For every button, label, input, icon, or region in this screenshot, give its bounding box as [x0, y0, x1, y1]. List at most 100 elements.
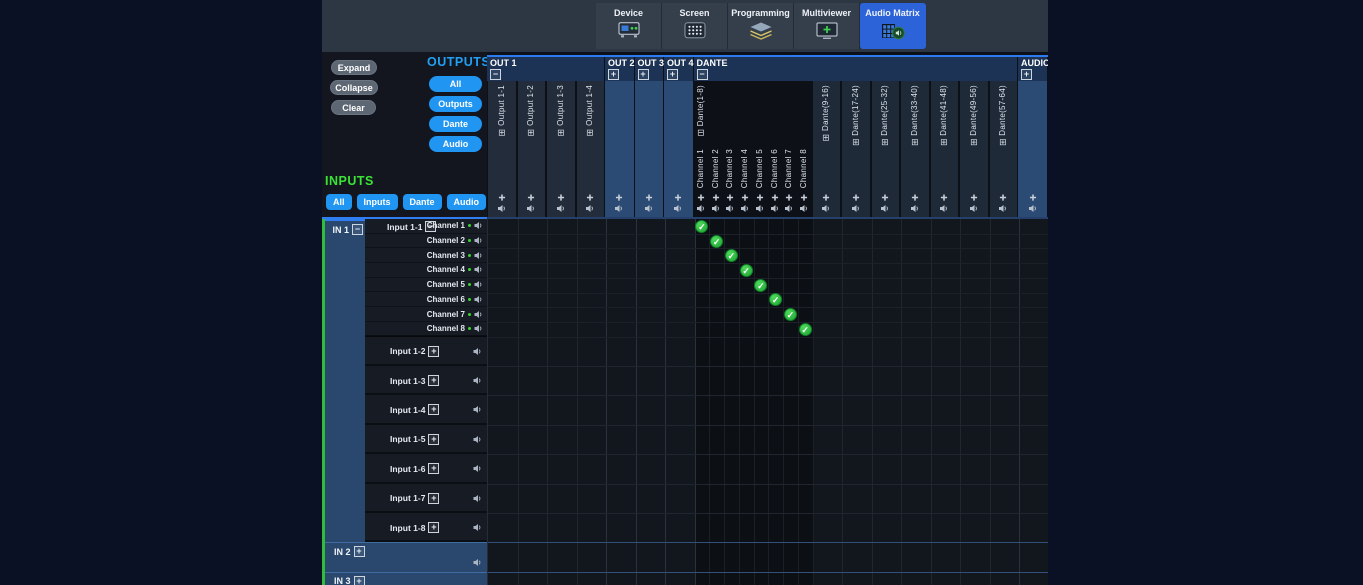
column-gain-icon[interactable]: [557, 194, 564, 201]
collapse-column-icon[interactable]: ⊟: [697, 128, 705, 138]
row-speaker-icon[interactable]: [473, 376, 482, 385]
tab-screen[interactable]: Screen: [662, 3, 728, 49]
input-filter-all[interactable]: All: [326, 194, 352, 210]
expand-row-icon[interactable]: +: [428, 522, 439, 533]
row-speaker-icon[interactable]: [473, 523, 482, 532]
collapse-row-icon[interactable]: −: [352, 224, 363, 235]
column-gain-icon[interactable]: [727, 194, 734, 201]
collapse-column-icon[interactable]: −: [490, 69, 501, 80]
expand-row-icon[interactable]: +: [428, 375, 439, 386]
connection-check[interactable]: ✓: [710, 235, 723, 248]
expand-row-icon[interactable]: +: [428, 404, 439, 415]
output-filter-audio[interactable]: Audio: [429, 136, 482, 152]
expand-column-icon[interactable]: ⊞: [970, 137, 978, 147]
column-speaker-icon[interactable]: [741, 204, 750, 213]
column-gain-icon[interactable]: [882, 194, 889, 201]
column-speaker-icon[interactable]: [800, 204, 809, 213]
column-gain-icon[interactable]: [823, 194, 830, 201]
column-gain-icon[interactable]: [941, 194, 948, 201]
column-gain-icon[interactable]: [756, 194, 763, 201]
clear-button[interactable]: Clear: [331, 100, 376, 115]
column-speaker-icon[interactable]: [527, 204, 536, 213]
column-gain-icon[interactable]: [645, 194, 652, 201]
row-speaker-icon[interactable]: [473, 494, 482, 503]
column-speaker-icon[interactable]: [726, 204, 735, 213]
column-gain-icon[interactable]: [528, 194, 535, 201]
input-filter-dante[interactable]: Dante: [403, 194, 442, 210]
column-gain-icon[interactable]: [498, 194, 505, 201]
column-speaker-icon[interactable]: [881, 204, 890, 213]
expand-column-icon[interactable]: +: [667, 69, 678, 80]
expand-row-icon[interactable]: +: [428, 493, 439, 504]
row-speaker-icon[interactable]: [473, 435, 482, 444]
column-speaker-icon[interactable]: [497, 204, 506, 213]
input-filter-audio[interactable]: Audio: [447, 194, 487, 210]
row-speaker-icon[interactable]: [473, 405, 482, 414]
column-speaker-icon[interactable]: [696, 204, 705, 213]
row-speaker-icon[interactable]: [474, 324, 483, 333]
row-speaker-icon[interactable]: [474, 295, 483, 304]
connection-check[interactable]: ✓: [784, 308, 797, 321]
column-gain-icon[interactable]: [675, 194, 682, 201]
expand-column-icon[interactable]: ⊞: [527, 127, 535, 137]
expand-button[interactable]: Expand: [331, 60, 377, 75]
column-gain-icon[interactable]: [587, 194, 594, 201]
column-gain-icon[interactable]: [970, 194, 977, 201]
column-gain-icon[interactable]: [786, 194, 793, 201]
tab-multiviewer[interactable]: Multiviewer: [794, 3, 860, 49]
column-gain-icon[interactable]: [801, 194, 808, 201]
column-speaker-icon[interactable]: [755, 204, 764, 213]
expand-column-icon[interactable]: ⊞: [498, 127, 506, 137]
expand-row-icon[interactable]: +: [354, 546, 365, 557]
tab-device[interactable]: Device: [596, 3, 662, 49]
output-filter-all[interactable]: All: [429, 76, 482, 92]
column-speaker-icon[interactable]: [999, 204, 1008, 213]
column-speaker-icon[interactable]: [969, 204, 978, 213]
row-speaker-icon[interactable]: [473, 464, 482, 473]
column-gain-icon[interactable]: [771, 194, 778, 201]
connection-check[interactable]: ✓: [799, 323, 812, 336]
column-speaker-icon[interactable]: [586, 204, 595, 213]
collapse-button[interactable]: Collapse: [330, 80, 378, 95]
column-speaker-icon[interactable]: [940, 204, 949, 213]
tab-audio-matrix[interactable]: Audio Matrix: [860, 3, 926, 49]
expand-column-icon[interactable]: ⊞: [852, 137, 860, 147]
expand-column-icon[interactable]: ⊞: [557, 127, 565, 137]
input-filter-inputs[interactable]: Inputs: [357, 194, 398, 210]
row-speaker-icon[interactable]: [473, 347, 482, 356]
column-speaker-icon[interactable]: [556, 204, 565, 213]
expand-row-icon[interactable]: +: [354, 576, 365, 585]
column-speaker-icon[interactable]: [615, 204, 624, 213]
row-speaker-icon[interactable]: [474, 280, 483, 289]
column-speaker-icon[interactable]: [785, 204, 794, 213]
column-speaker-icon[interactable]: [910, 204, 919, 213]
expand-row-icon[interactable]: +: [428, 434, 439, 445]
expand-row-icon[interactable]: +: [428, 463, 439, 474]
expand-column-icon[interactable]: ⊞: [940, 137, 948, 147]
row-speaker-icon[interactable]: [474, 310, 483, 319]
expand-column-icon[interactable]: +: [608, 69, 619, 80]
collapse-column-icon[interactable]: −: [697, 69, 708, 80]
column-speaker-icon[interactable]: [1028, 204, 1037, 213]
expand-row-icon[interactable]: +: [428, 346, 439, 357]
row-speaker-icon[interactable]: [474, 221, 483, 230]
column-speaker-icon[interactable]: [674, 204, 683, 213]
expand-column-icon[interactable]: +: [638, 69, 649, 80]
column-gain-icon[interactable]: [742, 194, 749, 201]
row-speaker-icon[interactable]: [474, 265, 483, 274]
column-speaker-icon[interactable]: [644, 204, 653, 213]
expand-column-icon[interactable]: ⊞: [999, 137, 1007, 147]
tab-programming[interactable]: Programming: [728, 3, 794, 49]
column-gain-icon[interactable]: [712, 194, 719, 201]
column-speaker-icon[interactable]: [851, 204, 860, 213]
row-speaker-icon[interactable]: [473, 558, 482, 567]
expand-column-icon[interactable]: ⊞: [881, 137, 889, 147]
connection-check[interactable]: ✓: [740, 264, 753, 277]
row-speaker-icon[interactable]: [474, 251, 483, 260]
expand-column-icon[interactable]: ⊞: [586, 127, 594, 137]
row-speaker-icon[interactable]: [474, 236, 483, 245]
expand-column-icon[interactable]: ⊞: [822, 132, 830, 142]
expand-column-icon[interactable]: +: [1021, 69, 1032, 80]
column-gain-icon[interactable]: [697, 194, 704, 201]
connection-check[interactable]: ✓: [754, 279, 767, 292]
